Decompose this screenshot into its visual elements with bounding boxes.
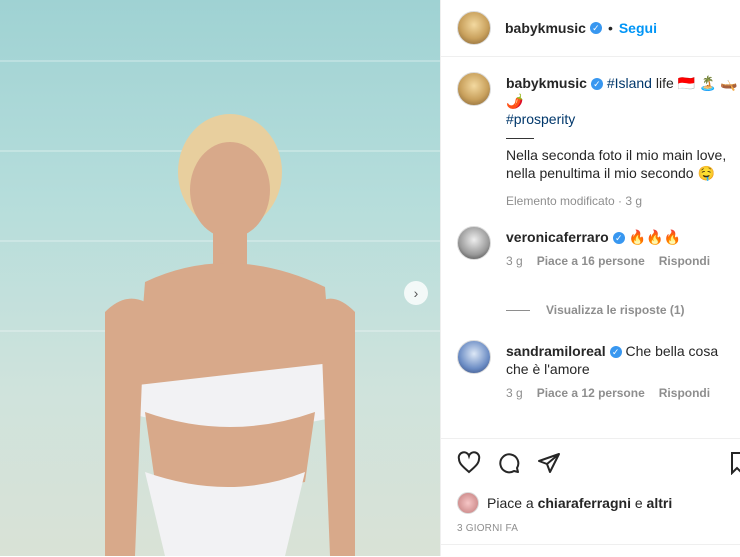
likes-summary: Piace a chiaraferragni e altri [457, 492, 672, 514]
likes-prefix: Piace a [487, 495, 534, 511]
caption-emoji: 🌶️ [506, 93, 524, 109]
post-username[interactable]: babykmusic [505, 20, 586, 36]
post-header: babykmusic ✓ • Segui [441, 0, 740, 57]
comment-username[interactable]: sandramiloreal [506, 343, 606, 359]
caption-line: nella penultima il mio secondo 🤤 [506, 165, 715, 181]
view-replies-label: Visualizza le risposte (1) [546, 303, 685, 317]
comment-text: 🔥🔥🔥 [628, 229, 681, 245]
likes-others-link[interactable]: altri [647, 495, 673, 511]
follow-button[interactable]: Segui [619, 20, 657, 36]
share-icon[interactable] [537, 451, 561, 475]
caption-divider: —— [506, 129, 534, 145]
replies-line [506, 310, 530, 312]
reply-button[interactable]: Rispondi [659, 386, 710, 400]
comment-icon[interactable] [497, 451, 521, 475]
likes-joiner: e [630, 495, 647, 511]
add-comment-row[interactable] [441, 544, 740, 557]
hashtag-link[interactable]: #Island [607, 75, 652, 91]
verified-icon: ✓ [612, 232, 625, 245]
caption-line: Nella seconda foto il mio main love, [506, 147, 727, 163]
heart-icon[interactable] [457, 451, 481, 475]
likes-user-link[interactable]: chiaraferragni [538, 495, 631, 511]
caption-username[interactable]: babykmusic [506, 75, 587, 91]
verified-icon: ✓ [609, 346, 622, 359]
post-photo[interactable]: › [0, 0, 440, 556]
verified-icon: ✓ [589, 22, 602, 34]
next-photo-button[interactable]: › [404, 281, 428, 305]
caption-meta: Elemento modificato · 3 g [506, 194, 643, 208]
woman-figure [105, 114, 355, 556]
action-bar [441, 438, 740, 487]
caption-text: life 🇮🇩 🏝️ 🛶 [651, 75, 738, 91]
hashtag-link[interactable]: #prosperity [506, 111, 575, 127]
post-side-panel: babykmusic ✓ • Segui babykmusic ✓ #Island… [440, 0, 740, 556]
comments-list[interactable]: babykmusic ✓ #Island life 🇮🇩 🏝️ 🛶 🌶️ #pro… [441, 56, 740, 438]
post-timestamp: 3 GIORNI FA [457, 523, 519, 534]
reply-button[interactable]: Rispondi [659, 254, 710, 268]
bookmark-icon[interactable] [731, 451, 740, 475]
verified-icon: ✓ [590, 78, 603, 91]
avatar[interactable] [457, 72, 491, 106]
comment-username[interactable]: veronicaferraro [506, 229, 609, 245]
comment-time: 3 g [506, 386, 523, 400]
comment-likes[interactable]: Piace a 12 persone [537, 386, 645, 400]
comment-likes[interactable]: Piace a 16 persone [537, 254, 645, 268]
avatar[interactable] [457, 11, 491, 45]
chevron-right-icon: › [413, 285, 419, 301]
separator-dot: • [607, 20, 613, 36]
avatar[interactable] [457, 340, 491, 374]
view-replies-button[interactable]: Visualizza le risposte (1) [506, 303, 685, 317]
comment-time: 3 g [506, 254, 523, 268]
avatar[interactable] [457, 492, 479, 514]
water-ripple [0, 60, 440, 62]
avatar[interactable] [457, 226, 491, 260]
